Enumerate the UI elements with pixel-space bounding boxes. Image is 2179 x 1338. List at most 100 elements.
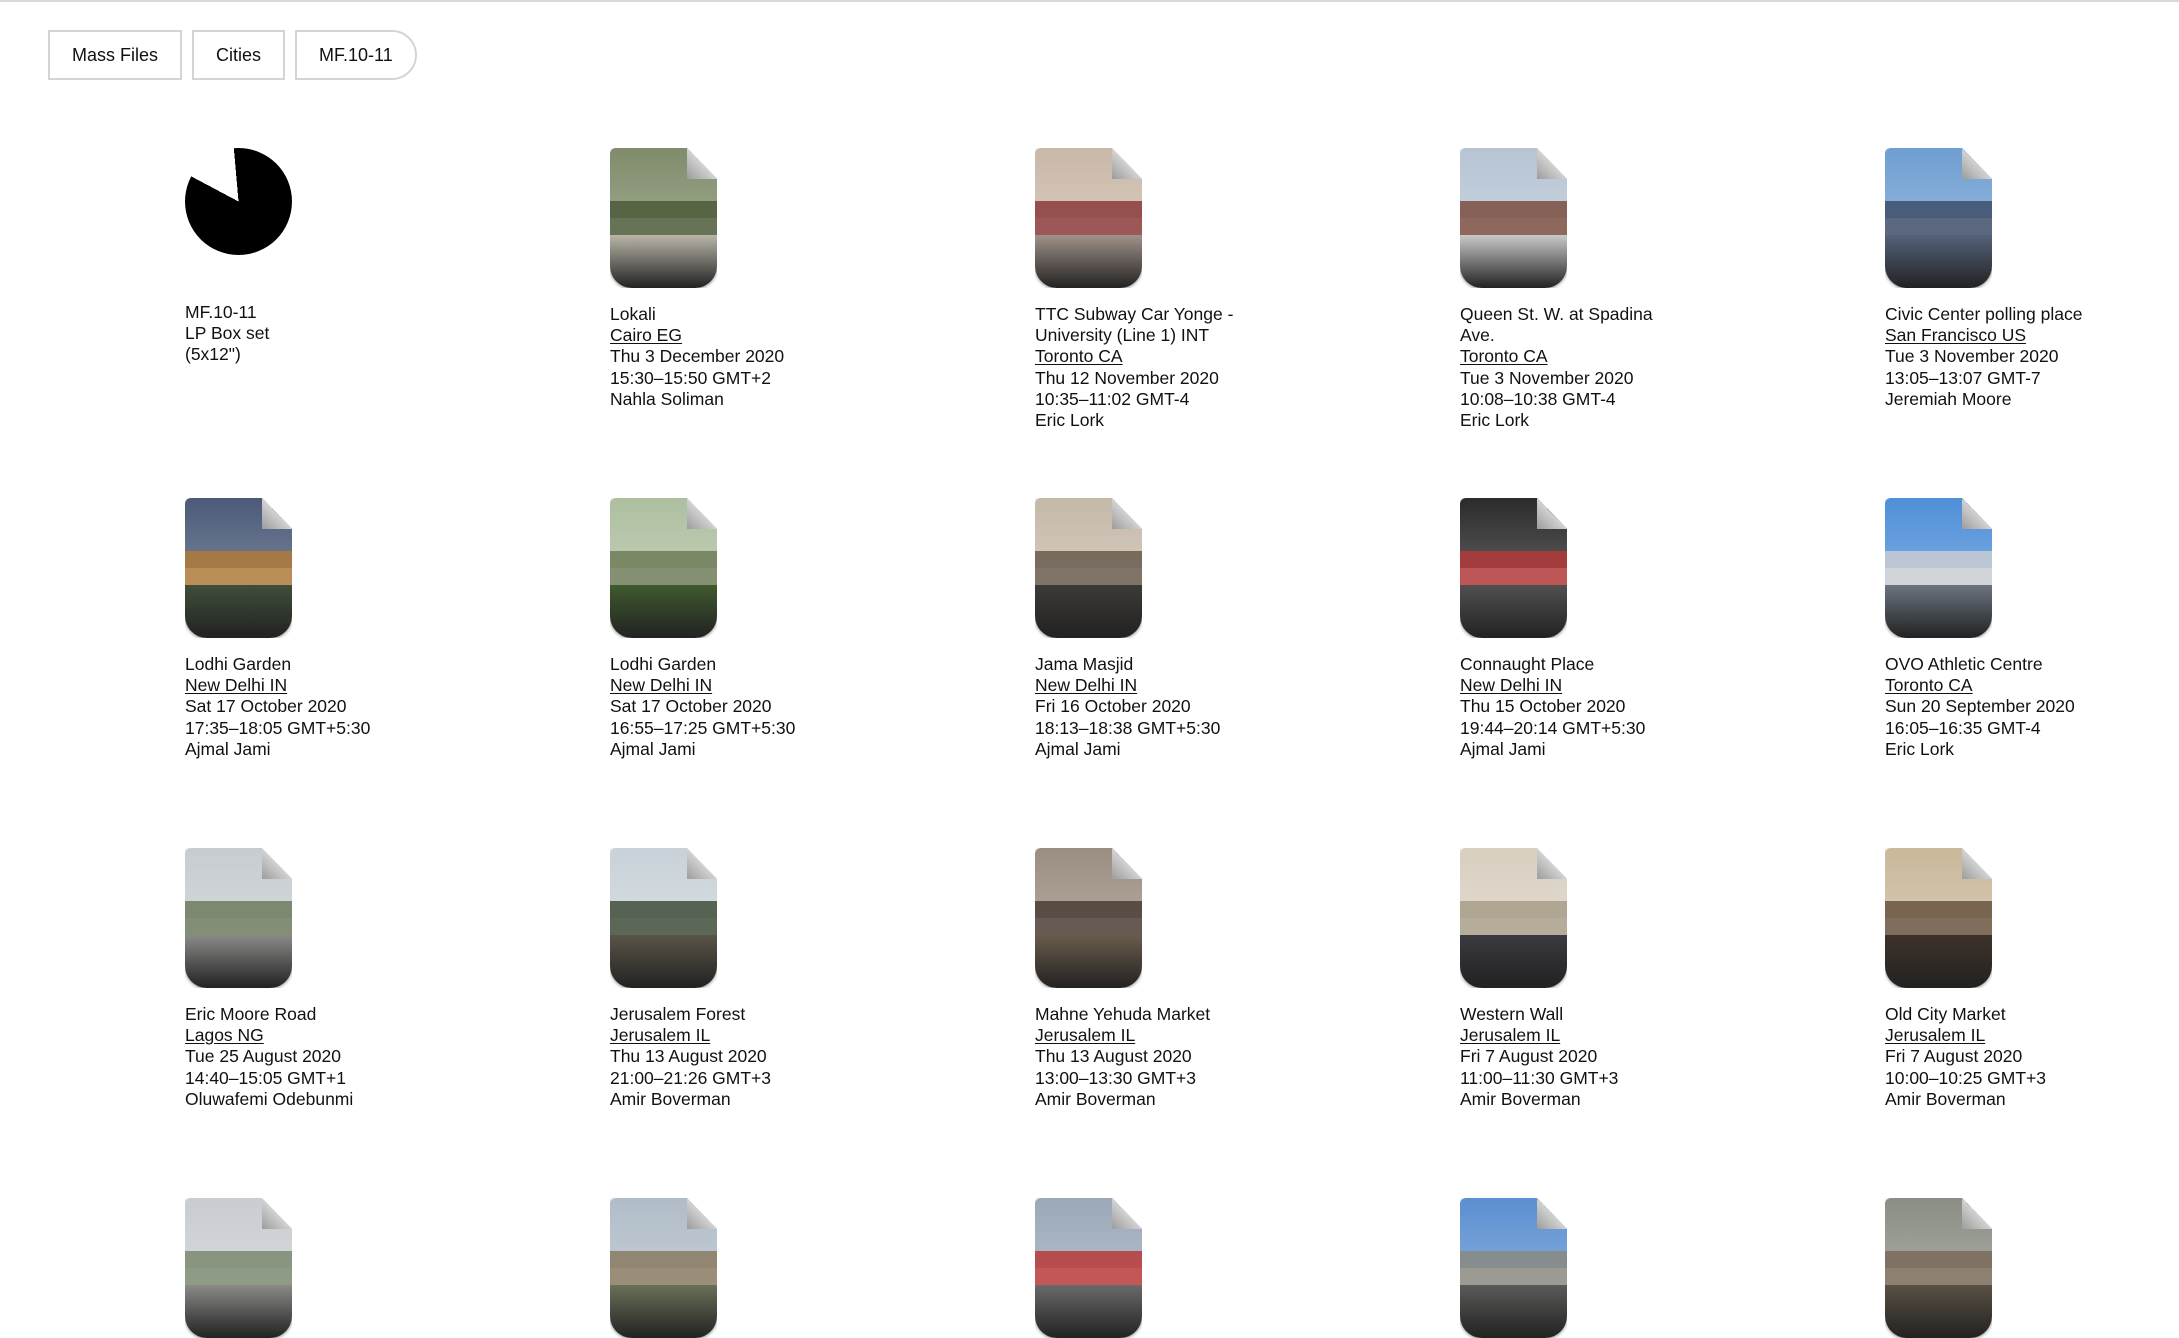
photo-file-icon[interactable]	[185, 1198, 292, 1338]
file-item[interactable]: Lodhi Garden New Delhi IN Sat 17 October 2…	[610, 498, 910, 760]
file-item[interactable]: Queen St. W. at Spadina Ave. Toronto CA Tu…	[1460, 148, 1760, 431]
photo-file-icon[interactable]	[1035, 498, 1142, 638]
file-item[interactable]: Mahne Yehuda Market Jerusalem IL Thu 13 Au…	[1035, 848, 1335, 1110]
breadcrumb-mass-files[interactable]: Mass Files	[48, 30, 183, 80]
item-title: MF.10-11	[185, 302, 257, 322]
breadcrumb-current[interactable]: MF.10-11	[295, 30, 417, 80]
item-time: 16:55–17:25 GMT+5:30	[610, 717, 796, 738]
file-item[interactable]: Old City Market Jerusalem IL Fri 7 August …	[1885, 848, 2179, 1110]
item-meta: Queen St. W. at Spadina Ave. Toronto CA Tu…	[1460, 304, 1760, 431]
file-item[interactable]: Lodhi Garden New Delhi IN Sat 17 October 2…	[185, 498, 485, 760]
item-meta: Eric Moore Road Lagos NG Tue 25 August 202…	[185, 1004, 485, 1110]
file-item[interactable]	[610, 1198, 910, 1338]
item-date: Tue 3 November 2020	[1460, 367, 1634, 388]
photo-file-icon[interactable]	[1460, 1198, 1567, 1338]
item-time: 10:00–10:25 GMT+3	[1885, 1067, 2047, 1088]
item-date: Thu 12 November 2020	[1035, 367, 1219, 388]
photo-file-icon[interactable]	[1885, 848, 1992, 988]
item-meta: Western Wall Jerusalem IL Fri 7 August 202…	[1460, 1004, 1760, 1110]
city-link[interactable]: New Delhi IN	[1460, 675, 1562, 695]
file-item[interactable]: TTC Subway Car Yonge - University (Line …	[1035, 148, 1335, 431]
item-date: Tue 25 August 2020	[185, 1046, 342, 1067]
city-link[interactable]: Toronto CA	[1460, 346, 1548, 366]
photo-file-icon[interactable]	[1035, 848, 1142, 988]
city-link[interactable]: Lagos NG	[185, 1025, 264, 1045]
city-link[interactable]: Jerusalem IL	[1885, 1025, 1985, 1045]
city-link[interactable]: New Delhi IN	[1035, 675, 1137, 695]
item-title: Lodhi Garden	[185, 654, 292, 674]
city-link[interactable]: Toronto CA	[1035, 346, 1123, 366]
item-author: Amir Boverman	[1885, 1088, 2006, 1109]
file-item[interactable]: Jama Masjid New Delhi IN Fri 16 October 20…	[1035, 498, 1335, 760]
photo-file-icon[interactable]	[610, 498, 717, 638]
file-item[interactable]	[1885, 1198, 2179, 1338]
item-title: TTC Subway Car Yonge - University (Line …	[1035, 304, 1234, 346]
file-item[interactable]: Western Wall Jerusalem IL Fri 7 August 202…	[1460, 848, 1760, 1110]
file-item[interactable]	[1460, 1198, 1760, 1338]
item-meta: OVO Athletic Centre Toronto CA Sun 20 Sept…	[1885, 654, 2179, 760]
file-item[interactable]: Eric Moore Road Lagos NG Tue 25 August 202…	[185, 848, 485, 1110]
photo-file-icon[interactable]	[610, 148, 717, 288]
item-time: 18:13–18:38 GMT+5:30	[1035, 717, 1221, 738]
item-time: 11:00–11:30 GMT+3	[1460, 1067, 1619, 1088]
item-author: Jeremiah Moore	[1885, 388, 2012, 409]
photo-file-icon[interactable]	[1885, 498, 1992, 638]
city-link[interactable]: New Delhi IN	[610, 675, 712, 695]
item-subtitle: LP Box set	[185, 323, 270, 344]
item-format: (5x12")	[185, 344, 241, 365]
item-author: Ajmal Jami	[185, 738, 271, 759]
item-meta: Connaught Place New Delhi IN Thu 15 Octobe…	[1460, 654, 1760, 760]
city-link[interactable]: Jerusalem IL	[610, 1025, 710, 1045]
photo-file-icon[interactable]	[1460, 498, 1567, 638]
item-meta: Jerusalem Forest Jerusalem IL Thu 13 Augus…	[610, 1004, 910, 1110]
photo-file-icon[interactable]	[1885, 148, 1992, 288]
pie-chart-icon[interactable]	[185, 148, 292, 255]
file-item[interactable]: Lokali Cairo EG Thu 3 December 2020 15:30–1…	[610, 148, 910, 410]
file-item[interactable]: OVO Athletic Centre Toronto CA Sun 20 Sept…	[1885, 498, 2179, 760]
item-title: Connaught Place	[1460, 654, 1595, 674]
item-time: 13:00–13:30 GMT+3	[1035, 1067, 1197, 1088]
item-author: Ajmal Jami	[1035, 738, 1121, 759]
item-author: Nahla Soliman	[610, 388, 724, 409]
breadcrumb-cities[interactable]: Cities	[192, 30, 286, 80]
item-time: 10:08–10:38 GMT-4	[1460, 388, 1616, 409]
city-link[interactable]: Jerusalem IL	[1035, 1025, 1135, 1045]
city-link[interactable]: Cairo EG	[610, 325, 682, 345]
item-time: 16:05–16:35 GMT-4	[1885, 717, 2041, 738]
item-author: Eric Lork	[1035, 410, 1105, 431]
file-item[interactable]	[1035, 1198, 1335, 1338]
item-time: 21:00–21:26 GMT+3	[610, 1067, 772, 1088]
photo-file-icon[interactable]	[1885, 1198, 1992, 1338]
city-link[interactable]: San Francisco US	[1885, 325, 2026, 345]
photo-file-icon[interactable]	[185, 848, 292, 988]
item-author: Oluwafemi Odebunmi	[185, 1088, 354, 1109]
item-meta: Civic Center polling place San Francisco …	[1885, 304, 2179, 410]
item-title: OVO Athletic Centre	[1885, 654, 2043, 674]
item-date: Fri 7 August 2020	[1460, 1046, 1598, 1067]
file-item[interactable]: Civic Center polling place San Francisco …	[1885, 148, 2179, 410]
photo-file-icon[interactable]	[1035, 148, 1142, 288]
photo-file-icon[interactable]	[1460, 848, 1567, 988]
photo-file-icon[interactable]	[1035, 1198, 1142, 1338]
city-link[interactable]: Jerusalem IL	[1460, 1025, 1560, 1045]
photo-file-icon[interactable]	[185, 498, 292, 638]
item-meta: Jama Masjid New Delhi IN Fri 16 October 20…	[1035, 654, 1335, 760]
item-title: Old City Market	[1885, 1004, 2006, 1024]
item-time: 14:40–15:05 GMT+1	[185, 1067, 347, 1088]
photo-file-icon[interactable]	[610, 848, 717, 988]
photo-file-icon[interactable]	[1460, 148, 1567, 288]
file-item[interactable]	[185, 1198, 485, 1338]
item-date: Sat 17 October 2020	[610, 696, 772, 717]
item-date: Sun 20 September 2020	[1885, 696, 2075, 717]
header-item[interactable]: MF.10-11 LP Box set (5x12")	[185, 148, 485, 366]
item-author: Amir Boverman	[1035, 1088, 1156, 1109]
city-link[interactable]: Toronto CA	[1885, 675, 1973, 695]
item-meta: Lokali Cairo EG Thu 3 December 2020 15:30–1…	[610, 304, 910, 410]
photo-file-icon[interactable]	[610, 1198, 717, 1338]
item-meta: Mahne Yehuda Market Jerusalem IL Thu 13 Au…	[1035, 1004, 1335, 1110]
item-time: 17:35–18:05 GMT+5:30	[185, 717, 371, 738]
city-link[interactable]: New Delhi IN	[185, 675, 287, 695]
file-item[interactable]: Connaught Place New Delhi IN Thu 15 Octobe…	[1460, 498, 1760, 760]
file-item[interactable]: Jerusalem Forest Jerusalem IL Thu 13 Augus…	[610, 848, 910, 1110]
item-title: Lodhi Garden	[610, 654, 717, 674]
